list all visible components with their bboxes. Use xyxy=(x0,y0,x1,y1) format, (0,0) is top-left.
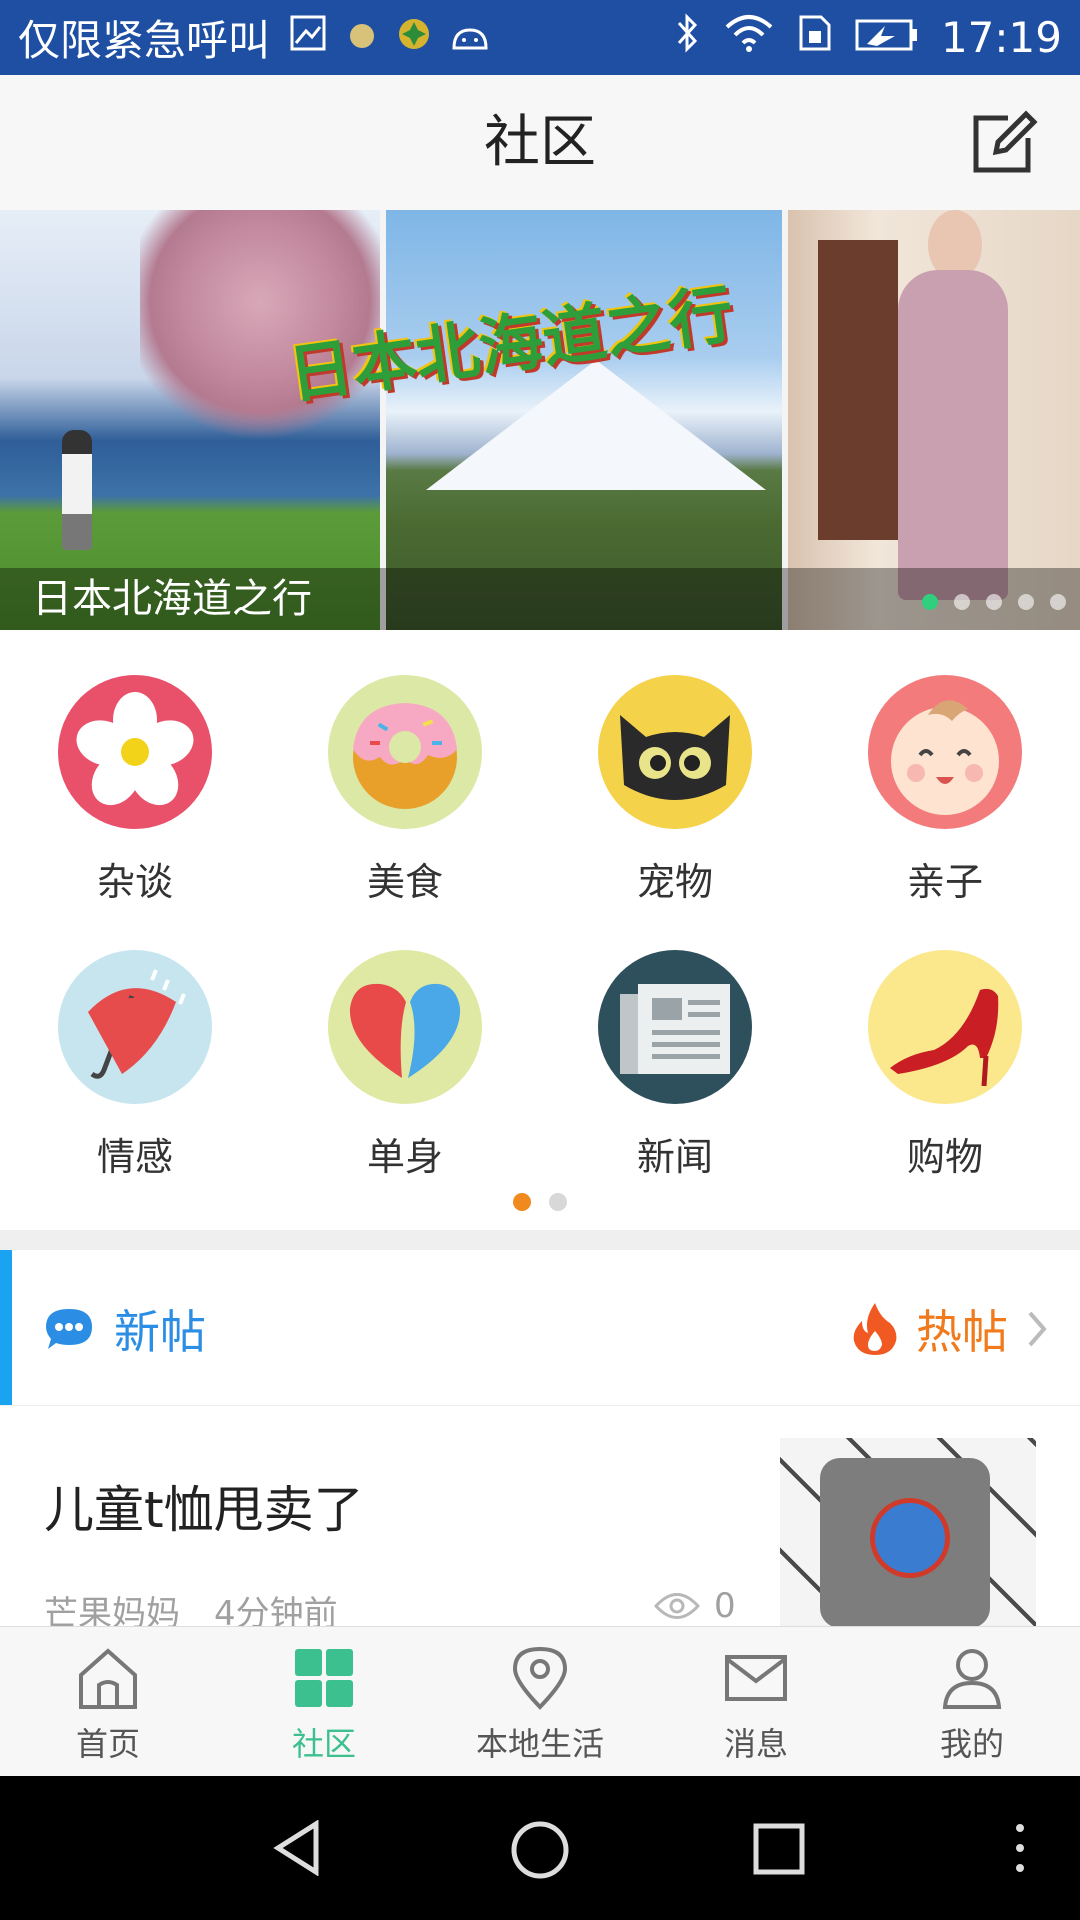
category-label: 情感 xyxy=(96,1135,173,1179)
nav-item-home[interactable]: 首页 xyxy=(0,1645,216,1765)
more-icon[interactable] xyxy=(1010,1820,1030,1876)
banner-indicator xyxy=(922,594,1066,610)
nav-label: 我的 xyxy=(939,1725,1004,1763)
bottom-nav: 首页 社区 本地生活 消息 我的 xyxy=(0,1626,1080,1777)
post-meta: 芒果妈妈 4分钟前 xyxy=(44,1586,338,1626)
category-pets[interactable]: 宠物 xyxy=(540,675,810,906)
banner-dot xyxy=(922,594,938,610)
nav-label: 社区 xyxy=(291,1725,356,1763)
system-nav-bar xyxy=(0,1776,1080,1920)
tab-hot-posts[interactable]: 热帖 xyxy=(850,1296,1050,1362)
heart-icon xyxy=(328,950,482,1104)
category-grid: 杂谈 美食 宠物 亲子 情感 单身 新闻 购物 xyxy=(0,630,1080,1230)
banner-caption: 日本北海道之行 xyxy=(32,576,312,622)
category-emotion[interactable]: 情感 xyxy=(0,950,270,1181)
edit-icon[interactable] xyxy=(968,108,1038,178)
nav-label: 首页 xyxy=(75,1725,140,1763)
sim-icon xyxy=(797,13,833,63)
donut-icon xyxy=(328,675,482,829)
banner-carousel[interactable]: 日本北海道之行 日本北海道之行 xyxy=(0,210,1080,630)
clock-text: 17:19 xyxy=(940,13,1062,62)
dot-icon xyxy=(346,13,378,62)
post-item[interactable]: 儿童t恤甩卖了 芒果妈妈 4分钟前 0 xyxy=(0,1406,1080,1626)
header: 社区 xyxy=(0,75,1080,211)
wifi-icon xyxy=(723,13,775,63)
umbrella-icon xyxy=(58,950,212,1104)
recents-icon[interactable] xyxy=(752,1822,806,1876)
page-title: 社区 xyxy=(484,110,596,175)
home-circle-icon[interactable] xyxy=(510,1820,570,1880)
nav-item-messages[interactable]: 消息 xyxy=(648,1645,864,1765)
tab-hot-label: 热帖 xyxy=(916,1305,1008,1359)
page-dot xyxy=(513,1193,531,1211)
nav-label: 消息 xyxy=(723,1725,788,1763)
cat-icon xyxy=(598,675,752,829)
baby-icon xyxy=(868,675,1022,829)
post-time: 4分钟前 xyxy=(214,1594,338,1626)
banner-dot xyxy=(1050,594,1066,610)
carrier-text: 仅限紧急呼叫 xyxy=(18,16,271,65)
android-icon xyxy=(450,13,490,62)
nav-item-me[interactable]: 我的 xyxy=(864,1645,1080,1765)
page-dot xyxy=(549,1193,567,1211)
home-icon xyxy=(79,1648,137,1709)
category-label: 宠物 xyxy=(636,860,713,904)
banner-dot xyxy=(1018,594,1034,610)
bluetooth-icon xyxy=(673,12,701,63)
post-title: 儿童t恤甩卖了 xyxy=(44,1481,364,1539)
category-food[interactable]: 美食 xyxy=(270,675,540,906)
category-single[interactable]: 单身 xyxy=(270,950,540,1181)
post-author: 芒果妈妈 xyxy=(44,1594,180,1626)
high-heel-icon xyxy=(868,950,1022,1104)
section-divider xyxy=(0,1230,1080,1250)
chat-bubble-icon xyxy=(46,1309,92,1349)
community-grid-icon xyxy=(295,1649,353,1707)
gem-icon xyxy=(396,13,432,62)
category-label: 购物 xyxy=(906,1135,983,1179)
flame-icon xyxy=(853,1303,897,1355)
location-pin-icon xyxy=(512,1646,568,1710)
category-label: 美食 xyxy=(366,860,443,904)
chevron-right-icon xyxy=(1028,1311,1047,1347)
category-page-indicator xyxy=(0,1193,1080,1211)
category-label: 亲子 xyxy=(906,860,983,904)
category-parenting[interactable]: 亲子 xyxy=(810,675,1080,906)
mail-icon xyxy=(725,1655,787,1701)
category-label: 杂谈 xyxy=(96,860,173,904)
category-label: 单身 xyxy=(366,1135,443,1179)
feed-tabs: 新帖 热帖 xyxy=(0,1250,1080,1406)
flower-icon xyxy=(58,675,212,829)
category-news[interactable]: 新闻 xyxy=(540,950,810,1181)
eye-icon xyxy=(654,1593,700,1619)
nav-item-local[interactable]: 本地生活 xyxy=(432,1645,648,1765)
banner-dot xyxy=(954,594,970,610)
tab-new-label: 新帖 xyxy=(114,1305,206,1359)
battery-icon xyxy=(855,13,919,62)
post-thumbnail xyxy=(780,1438,1036,1626)
image-icon xyxy=(288,13,328,63)
newspaper-icon xyxy=(598,950,752,1104)
post-views: 0 xyxy=(654,1586,736,1626)
banner-image-mountain: 日本北海道之行 xyxy=(284,210,782,630)
person-icon xyxy=(942,1649,1002,1709)
nav-item-community[interactable]: 社区 xyxy=(216,1645,432,1765)
status-bar: 仅限紧急呼叫 17:19 xyxy=(0,0,1080,75)
category-label: 新闻 xyxy=(636,1135,713,1179)
category-shopping[interactable]: 购物 xyxy=(810,950,1080,1181)
banner-dot xyxy=(986,594,1002,610)
nav-label: 本地生活 xyxy=(475,1725,604,1763)
banner-image-kimono xyxy=(788,210,1080,630)
post-view-count: 0 xyxy=(714,1586,736,1626)
tab-new-posts[interactable]: 新帖 xyxy=(42,1296,206,1362)
back-icon[interactable] xyxy=(270,1820,326,1876)
category-zatan[interactable]: 杂谈 xyxy=(0,675,270,906)
